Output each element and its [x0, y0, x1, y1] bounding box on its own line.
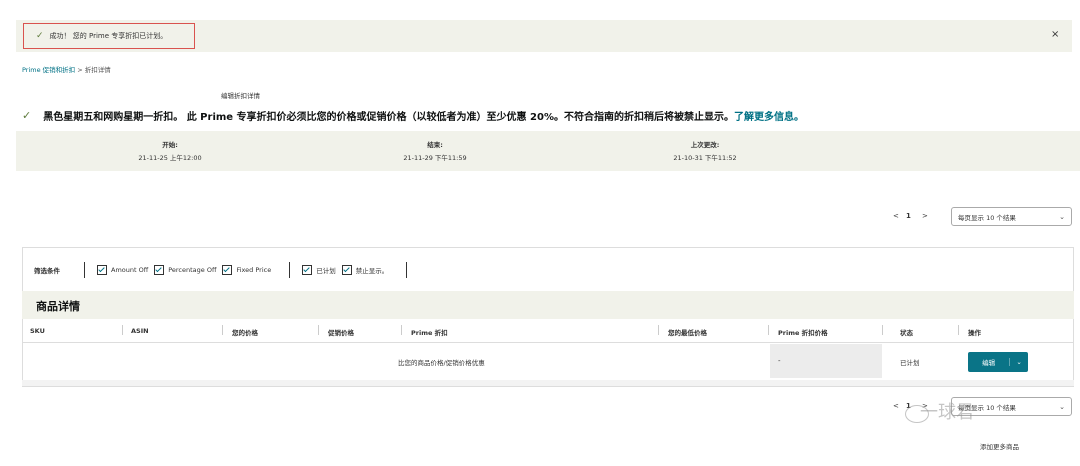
divider	[406, 262, 408, 278]
col-status[interactable]: 状态	[900, 327, 913, 337]
updated-label: 上次更改:	[690, 141, 720, 149]
edit-button[interactable]: 编辑 ⌄	[968, 352, 1028, 372]
start-date: 开始: 21-11-25 上午12:00	[110, 139, 230, 162]
end-value: 21-11-29 下午11:59	[403, 154, 467, 162]
filter-bar: 筛选条件 Amount Off Percentage Off Fixed Pri…	[34, 262, 419, 278]
checkbox-checked[interactable]	[154, 265, 165, 275]
filter-label: Amount Off	[111, 266, 149, 274]
col-promo-price[interactable]: 促销价格	[328, 327, 354, 337]
column-divider	[222, 325, 223, 335]
check-icon: ✓	[22, 109, 32, 122]
col-asin[interactable]: ASIN	[131, 327, 149, 335]
checkbox-checked[interactable]	[97, 265, 107, 275]
filter-label: 已计划	[316, 267, 336, 275]
details-title: 商品详情	[36, 300, 80, 313]
per-page-value: 每页显示 10 个结果	[958, 213, 1016, 222]
filter-scheduled[interactable]: 已计划	[302, 265, 336, 275]
watermark: 一球君	[920, 402, 974, 423]
checkbox-checked[interactable]	[222, 265, 233, 275]
discount-note: 比您的商品价格/促销价格优惠	[398, 359, 485, 367]
updated-value: 21-10-31 下午11:52	[673, 154, 737, 162]
filter-suppressed[interactable]: 禁止显示。	[341, 265, 389, 275]
column-divider	[401, 325, 402, 335]
chevron-down-icon: ⌄	[1059, 403, 1065, 411]
details-header	[22, 291, 1074, 319]
filter-percentage-off[interactable]: Percentage Off	[154, 265, 216, 275]
success-text: 成功！ 您的 Prime 专享折扣已计划。	[49, 32, 168, 40]
prev-page-button-bottom[interactable]: <	[893, 402, 899, 410]
updated-date: 上次更改: 21-10-31 下午11:52	[645, 139, 765, 162]
check-icon: ✓	[36, 31, 44, 41]
end-date: 结束: 21-11-29 下午11:59	[375, 139, 495, 162]
chevron-down-icon: ⌄	[1059, 213, 1065, 221]
end-label: 结束:	[427, 141, 443, 149]
divider	[289, 262, 291, 278]
learn-more-link[interactable]: 了解更多信息。	[734, 108, 804, 123]
filter-fixed-price[interactable]: Fixed Price	[222, 265, 271, 275]
filter-title: 筛选条件	[34, 267, 60, 275]
dates-panel: 开始: 21-11-25 上午12:00 结束: 21-11-29 下午11:5…	[16, 131, 1080, 171]
breadcrumb-separator: >	[75, 66, 85, 74]
lowest-price-cell	[770, 344, 882, 378]
col-actions: 操作	[968, 329, 981, 337]
filter-label: Fixed Price	[236, 266, 272, 274]
breadcrumb: Prime 促销和折扣 > 折扣详情	[22, 64, 111, 74]
next-page-button[interactable]: >	[922, 212, 928, 220]
col-lowest-price[interactable]: 您的最低价格	[668, 327, 707, 337]
lowest-price-value: -	[778, 357, 781, 365]
filter-label: 禁止显示。	[355, 267, 389, 275]
column-divider	[882, 325, 883, 335]
column-divider	[658, 325, 659, 335]
discount-notice: ✓ 黑色星期五和网购星期一折扣。 此 Prime 专享折扣价必须比您的价格或促销…	[22, 108, 804, 123]
checkbox-checked[interactable]	[341, 265, 352, 275]
breadcrumb-current: 折扣详情	[84, 66, 111, 74]
filter-amount-off[interactable]: Amount Off	[97, 265, 148, 275]
add-more-products-link[interactable]: 添加更多商品	[980, 441, 1019, 451]
table-header	[22, 322, 1074, 343]
divider	[84, 262, 85, 278]
checkbox-checked[interactable]	[302, 265, 313, 275]
table-footer	[22, 380, 1074, 386]
current-page: 1	[906, 212, 911, 220]
close-icon[interactable]: ×	[1051, 29, 1059, 40]
edit-label: 编辑	[982, 359, 996, 367]
prev-page-button[interactable]: <	[893, 212, 899, 220]
breadcrumb-root-link[interactable]: Prime 促销和折扣	[22, 66, 75, 74]
start-value: 21-11-25 上午12:00	[138, 154, 202, 162]
column-divider	[958, 325, 959, 335]
status-value: 已计划	[900, 359, 920, 367]
column-divider	[768, 325, 769, 335]
col-your-price[interactable]: 您的价格	[232, 327, 258, 337]
column-divider	[318, 325, 319, 335]
section-label: 编辑折扣详情	[221, 92, 260, 100]
col-prime-discount-price[interactable]: Prime 折扣价格	[778, 327, 828, 337]
start-label: 开始:	[162, 141, 178, 149]
success-message: ✓ 成功！ 您的 Prime 专享折扣已计划。	[23, 23, 195, 49]
col-sku[interactable]: SKU	[30, 327, 45, 335]
column-divider	[122, 325, 123, 335]
chevron-down-icon[interactable]: ⌄	[1009, 358, 1028, 366]
per-page-select[interactable]: 每页显示 10 个结果 ⌄	[951, 207, 1072, 226]
col-prime-discount[interactable]: Prime 折扣	[411, 327, 448, 337]
filter-label: Percentage Off	[168, 266, 217, 274]
notice-text: 黑色星期五和网购星期一折扣。 此 Prime 专享折扣价必须比您的价格或促销价格…	[43, 112, 734, 123]
